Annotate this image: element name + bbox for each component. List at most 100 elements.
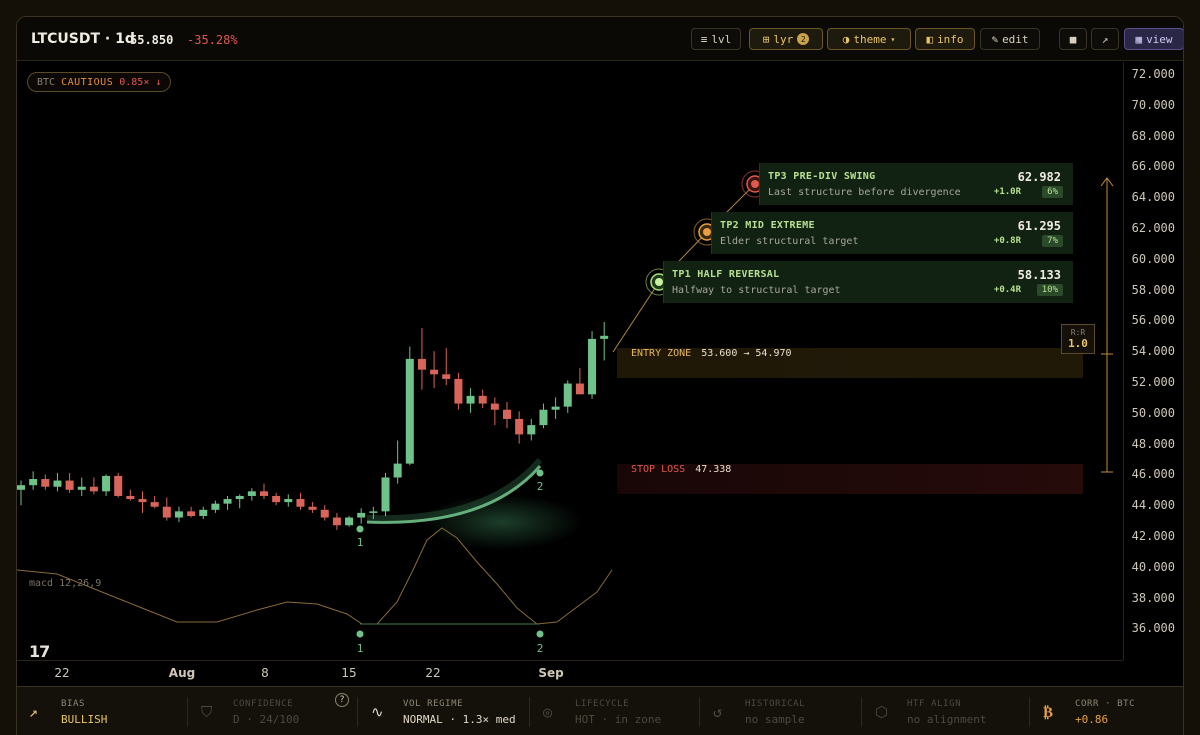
price-tick: 42.000: [1131, 529, 1175, 543]
confidence-key: CONFIDENCE: [233, 699, 294, 709]
tp3-card[interactable]: TP3 PRE-DIV SWING Last structure before …: [759, 163, 1073, 205]
candle-body[interactable]: [600, 335, 609, 339]
candle-body[interactable]: [223, 499, 232, 504]
view-button[interactable]: ▦ view: [1124, 28, 1183, 50]
tp1-pct: 10%: [1036, 284, 1063, 296]
candle-body[interactable]: [53, 480, 62, 487]
corr-btc-cell[interactable]: ₿ CORR · BTC +0.86: [1031, 687, 1183, 735]
candle-body[interactable]: [575, 383, 584, 395]
screenshot-button[interactable]: ■: [1059, 28, 1087, 50]
time-tick: Sep: [538, 666, 564, 680]
confidence-cell[interactable]: ⛉ CONFIDENCE D · 24/100 ?: [189, 687, 357, 735]
htf-align-cell[interactable]: ⬡ HTF ALIGN no alignment: [863, 687, 1029, 735]
candle-body[interactable]: [454, 378, 463, 404]
candle-body[interactable]: [17, 485, 25, 490]
candle-body[interactable]: [162, 506, 171, 518]
arrow-up-right-icon: ↗: [1101, 32, 1109, 46]
candle-body[interactable]: [478, 395, 487, 404]
candle-body[interactable]: [405, 358, 414, 464]
edit-button[interactable]: ✎ edit: [980, 28, 1040, 50]
candle-body[interactable]: [138, 499, 147, 503]
confidence-value: D · 24/100: [233, 713, 300, 726]
candle-body[interactable]: [296, 499, 305, 507]
candle-body[interactable]: [357, 512, 366, 518]
candle-body[interactable]: [503, 409, 511, 419]
time-tick: 8: [261, 666, 269, 680]
historical-cell[interactable]: ↺ HISTORICAL no sample: [701, 687, 861, 735]
candle-body[interactable]: [114, 475, 123, 496]
btc-label: BTC: [37, 76, 56, 88]
candle-body[interactable]: [515, 418, 524, 435]
theme-button[interactable]: ◑ theme ▾: [827, 28, 911, 50]
candle-body[interactable]: [588, 338, 597, 395]
candle-body[interactable]: [332, 517, 341, 526]
footer-divider: [1029, 697, 1030, 727]
candle-body[interactable]: [551, 406, 560, 410]
candle-body[interactable]: [211, 503, 220, 510]
candle-body[interactable]: [490, 403, 499, 410]
candle-body[interactable]: [539, 409, 548, 426]
symbol-title[interactable]: LTCUSDT · 1d: [31, 31, 135, 47]
layers-count-badge: 2: [797, 33, 810, 45]
candle-body[interactable]: [430, 369, 439, 375]
candle-body[interactable]: [345, 517, 354, 526]
candle-body[interactable]: [187, 511, 196, 516]
candle-body[interactable]: [393, 463, 402, 478]
candle-body[interactable]: [174, 511, 183, 518]
expand-button[interactable]: ↗: [1091, 28, 1119, 50]
candle-body[interactable]: [41, 479, 50, 487]
candle-body[interactable]: [320, 509, 329, 518]
price-axis[interactable]: 72.000 70.000 68.000 66.000 64.000 62.000 60.0…: [1123, 62, 1183, 660]
footer-divider: [529, 697, 530, 727]
entry-zone[interactable]: ENTRY ZONE 53.600 → 54.970: [617, 348, 1083, 378]
bias-key: BIAS: [61, 699, 86, 709]
pivot-dot-1: [356, 525, 364, 533]
candle-body[interactable]: [65, 480, 74, 490]
tp2-card[interactable]: TP2 MID EXTREME Elder structural target …: [711, 212, 1073, 254]
candle-body[interactable]: [381, 477, 390, 512]
candle-body[interactable]: [369, 511, 378, 513]
time-tick: 22: [54, 666, 70, 680]
tp1-card[interactable]: TP1 HALF REVERSAL Halfway to structural …: [663, 261, 1073, 303]
info-button[interactable]: ◧ info: [915, 28, 975, 50]
candle-body[interactable]: [417, 358, 426, 370]
candle-body[interactable]: [102, 475, 111, 492]
btc-mode: CAUTIOUS: [61, 76, 114, 88]
layers-button[interactable]: ⊞ lyr 2: [749, 28, 823, 50]
btc-regime-pill[interactable]: BTC CAUTIOUS 0.85× ↓: [27, 72, 172, 92]
candle-body[interactable]: [89, 486, 98, 492]
lifecycle-cell[interactable]: ◎ LIFECYCLE HOT · in zone: [531, 687, 699, 735]
candle-body[interactable]: [150, 502, 159, 507]
candle-body[interactable]: [77, 486, 86, 490]
time-axis[interactable]: 22 Aug 8 15 22 Sep: [17, 660, 1123, 686]
info-label: info: [937, 32, 964, 46]
bias-cell[interactable]: ↗ BIAS BULLISH: [17, 687, 187, 735]
candle-body[interactable]: [260, 491, 268, 496]
stop-loss-label: STOP LOSS: [631, 464, 686, 475]
candle-body[interactable]: [199, 509, 208, 516]
candle-body[interactable]: [527, 425, 536, 435]
price-tick: 40.000: [1131, 559, 1175, 574]
price-tick: 54.000: [1131, 344, 1175, 359]
candle-body[interactable]: [29, 479, 38, 486]
vol-regime-cell[interactable]: ∿ VOL REGIME NORMAL · 1.3× med: [359, 687, 529, 735]
candle-body[interactable]: [563, 383, 572, 407]
candle-body[interactable]: [235, 495, 244, 500]
help-icon[interactable]: ?: [335, 693, 349, 707]
tradingview-logo[interactable]: 17: [29, 642, 50, 661]
candle-body[interactable]: [247, 491, 256, 496]
stop-loss-zone[interactable]: STOP LOSS 47.338: [617, 464, 1083, 494]
candle-body[interactable]: [442, 374, 451, 379]
candle-body[interactable]: [284, 499, 293, 503]
candle-body[interactable]: [272, 495, 281, 503]
risk-reward-box: R:R 1.0: [1061, 324, 1095, 354]
tp2-pct: 7%: [1042, 235, 1063, 247]
candle-body[interactable]: [308, 506, 317, 510]
history-icon: ↺: [713, 703, 723, 721]
view-label: view: [1146, 32, 1173, 46]
candle-body[interactable]: [466, 395, 475, 404]
levels-button[interactable]: ≡ lvl: [691, 28, 741, 50]
price-chart[interactable]: 1 2 1 2 BTC CAUTIOUS 0.85× ↓ TP3 PRE-DIV…: [17, 62, 1183, 680]
price-tick: 62.000: [1131, 221, 1175, 235]
candle-body[interactable]: [126, 495, 135, 500]
